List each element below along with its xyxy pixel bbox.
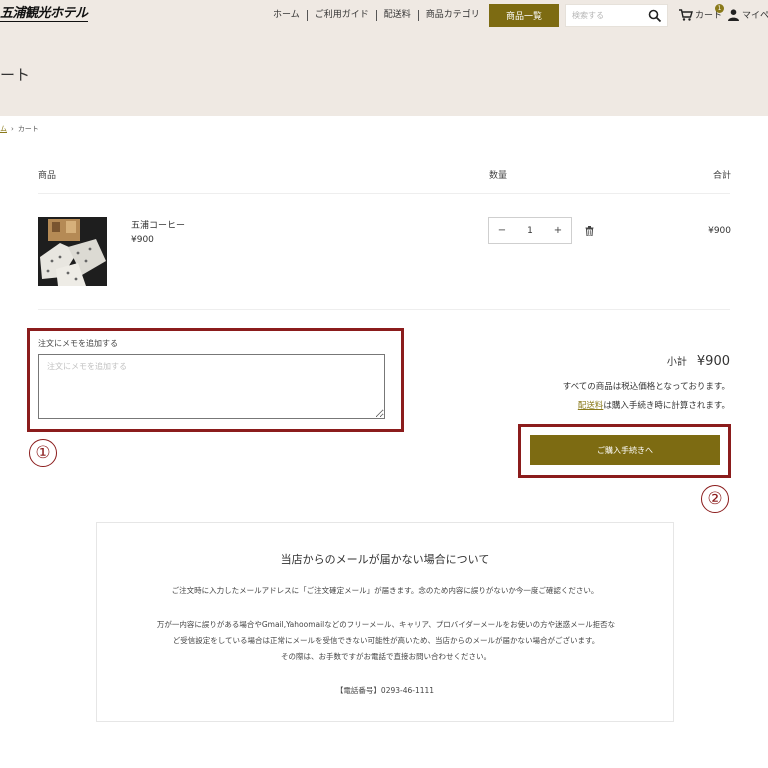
email-notice-title: 当店からのメールが届かない場合について [280, 553, 490, 566]
subtotal-value: ¥900 [696, 354, 730, 369]
shipping-note: 配送料は購入手続き時に計算されます。 [578, 399, 730, 411]
breadcrumb-separator-icon: › [11, 125, 14, 133]
column-header-quantity: 数量 [489, 171, 508, 181]
order-note-label: 注文にメモを追加する [38, 339, 118, 348]
phone-number: 【電話番号】0293-46-1111 [335, 686, 435, 695]
search-input[interactable] [566, 5, 646, 26]
product-name[interactable]: 五浦コーヒー [131, 218, 185, 231]
tax-note: すべての商品は税込価格となっております。 [562, 382, 730, 392]
breadcrumb: ム › カート [0, 124, 39, 134]
nav-shipping[interactable]: 配送料 [377, 10, 419, 21]
main-nav: ホーム ご利用ガイド 配送料 商品カテゴリ [266, 10, 487, 21]
email-notice-box: 当店からのメールが届かない場合について ご注文時に入力したメールアドレスに「ご注… [96, 522, 674, 722]
column-header-product: 商品 [38, 171, 57, 181]
mypage-label: マイペ [742, 11, 768, 21]
search-box [565, 4, 668, 27]
quantity-value[interactable]: 1 [515, 226, 545, 236]
minus-icon[interactable]: − [489, 218, 515, 243]
table-divider [38, 309, 730, 310]
cart-link[interactable]: カート 1 [679, 4, 724, 21]
search-icon[interactable] [648, 9, 662, 23]
coffee-package-icon [38, 217, 107, 286]
checkout-button[interactable]: ご購入手続きへ [530, 435, 720, 465]
line-total: ¥900 [708, 226, 731, 236]
quantity-stepper: − 1 + [488, 217, 572, 244]
column-header-total: 合計 [712, 171, 731, 181]
cart-icon [679, 8, 693, 21]
site-logo[interactable]: 五浦観光ホテル [0, 6, 88, 22]
nav-home[interactable]: ホーム [266, 10, 308, 21]
product-list-button[interactable]: 商品一覧 [489, 4, 559, 27]
cart-count-badge: 1 [715, 4, 724, 13]
site-header: 五浦観光ホテル ホーム ご利用ガイド 配送料 商品カテゴリ 商品一覧 カート 1… [0, 0, 768, 116]
email-notice-paragraph-2: 万が一内容に誤りがある場合やGmail,Yahoomailなどのフリーメール、キ… [119, 617, 653, 665]
nav-categories[interactable]: 商品カテゴリ [419, 10, 487, 21]
annotation-marker-1: ① [29, 439, 57, 467]
mypage-link[interactable]: マイペ [728, 8, 768, 21]
shipping-link[interactable]: 配送料 [578, 401, 604, 411]
plus-icon[interactable]: + [545, 218, 571, 243]
email-notice-paragraph-1: ご注文時に入力したメールアドレスに「ご注文確定メール」が届きます。念のため内容に… [171, 586, 599, 595]
breadcrumb-current: カート [17, 125, 39, 133]
table-divider [38, 193, 730, 194]
email-notice-line-c: その際は、お手数ですがお電話で直接お問い合わせください。 [281, 652, 491, 661]
trash-icon[interactable] [585, 226, 594, 236]
subtotal-label: 小計 [666, 357, 687, 368]
order-note-textarea[interactable] [38, 354, 385, 419]
annotation-marker-2: ② [701, 485, 729, 513]
product-price: ¥900 [131, 235, 154, 245]
email-notice-line-a: 万が一内容に誤りがある場合やGmail,Yahoomailなどのフリーメール、キ… [156, 620, 616, 629]
breadcrumb-home[interactable]: ム [0, 124, 7, 134]
shipping-note-text: は購入手続き時に計算されます。 [603, 401, 730, 411]
user-icon [728, 8, 739, 21]
product-image[interactable] [38, 217, 107, 286]
email-notice-line-b: ど受信設定をしている場合は正常にメールを受信できない可能性が高いため、当店からの… [172, 636, 600, 645]
nav-guide[interactable]: ご利用ガイド [308, 10, 377, 21]
subtotal: 小計 ¥900 [667, 353, 730, 369]
page-title: ート [0, 66, 31, 84]
